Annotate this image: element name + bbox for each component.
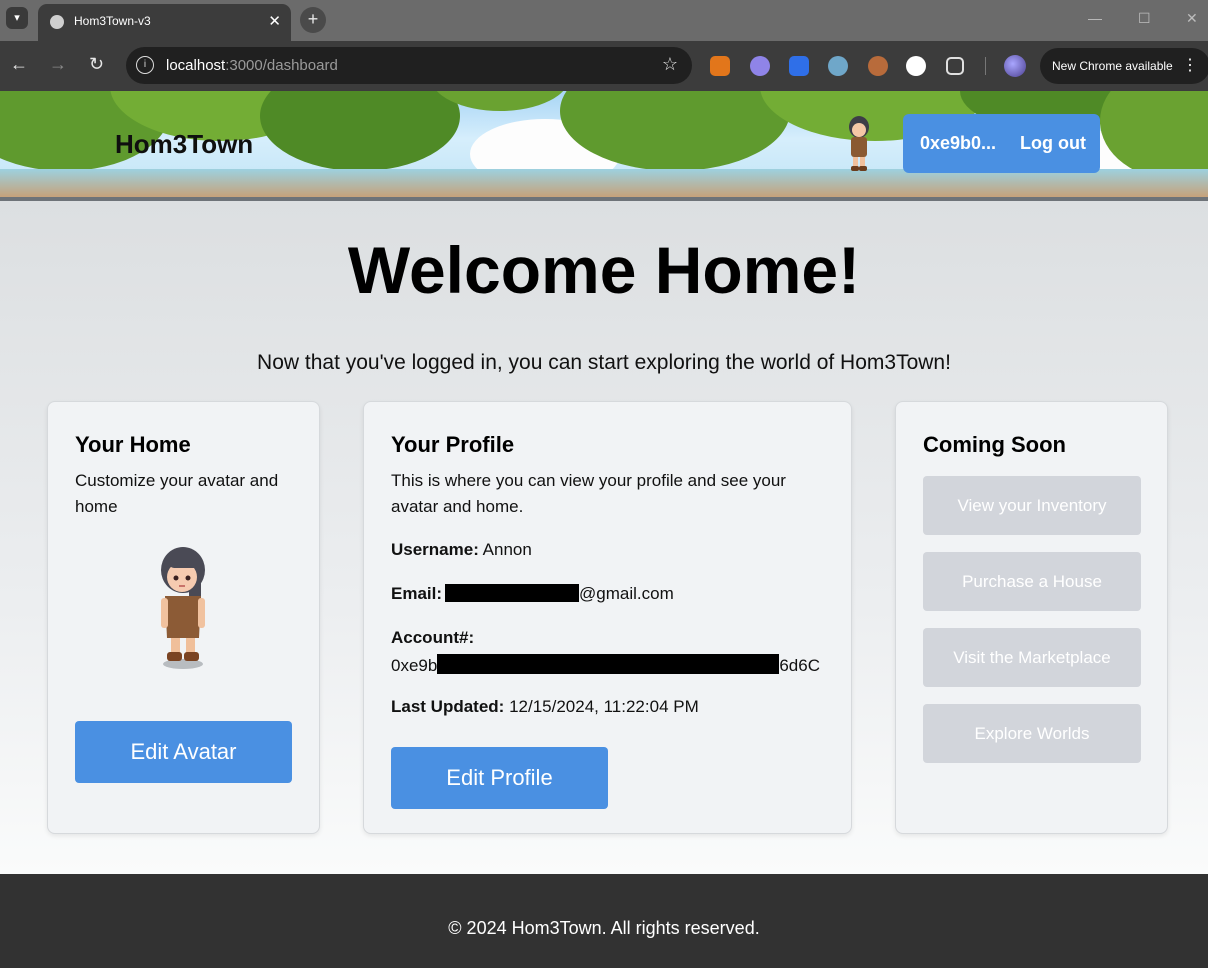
spy-extension-icon[interactable] [828,56,848,76]
logout-button[interactable]: Log out [1020,133,1086,154]
card-title: Your Home [75,432,191,457]
redaction-bar [437,654,780,674]
purchase-house-button[interactable]: Purchase a House [923,552,1141,611]
main-content: Welcome Home! Now that you've logged in,… [0,201,1208,874]
email-row: Email: @gmail.com [391,584,674,604]
username-row: Username: Annon [391,540,532,560]
wallet-address-button[interactable]: 0xe9b0... [920,133,996,154]
tab-title: Hom3Town-v3 [74,14,151,28]
coming-soon-card: Coming Soon View your Inventory Purchase… [895,401,1168,834]
site-header: Hom3Town 0xe9b0... Log out [0,91,1208,201]
your-profile-card: Your Profile This is where you can view … [363,401,852,834]
ghost-extension-icon[interactable] [750,56,770,76]
profile-avatar-icon[interactable] [1004,55,1026,77]
globe-icon [50,15,64,29]
avatar-image [161,547,205,669]
card-title: Your Profile [391,432,515,457]
tree-decoration [260,91,460,171]
username-label: Username: [391,540,479,559]
back-icon[interactable]: ← [10,54,28,75]
close-window-icon[interactable]: ✕ [1186,10,1198,27]
redaction-bar [445,584,580,602]
close-tab-icon[interactable]: ✕ [268,12,281,30]
browser-tabstrip: ▾ Hom3Town-v3 ✕ + — ☐ ✕ [0,0,1208,41]
card-description: This is where you can view your profile … [391,471,786,516]
maximize-icon[interactable]: ☐ [1138,10,1151,27]
extensions-puzzle-icon[interactable] [946,57,964,75]
account-row: 0xe9b 6d6C [391,654,820,676]
site-footer: © 2024 Hom3Town. All rights reserved. [0,874,1208,968]
view-inventory-button[interactable]: View your Inventory [923,476,1141,535]
account-label: Account#: [391,628,475,647]
visit-marketplace-button[interactable]: Visit the Marketplace [923,628,1141,687]
bookmark-star-icon[interactable]: ☆ [662,54,678,75]
page-subtitle: Now that you've logged in, you can start… [257,351,951,374]
explore-worlds-button[interactable]: Explore Worlds [923,704,1141,763]
url-text[interactable]: localhost:3000/dashboard [166,57,338,74]
email-label: Email: [391,584,443,603]
reload-icon[interactable]: ↻ [89,54,104,75]
last-updated-value: 12/15/2024, 11:22:04 PM [509,697,699,716]
page-title: Welcome Home! [347,233,861,307]
more-menu-icon[interactable]: ⋮ [1182,48,1198,84]
ground-decoration [0,169,1208,197]
x-extension-icon[interactable] [906,56,926,76]
critter-extension-icon[interactable] [868,56,888,76]
footer-copyright: © 2024 Hom3Town. All rights reserved. [448,918,760,938]
your-home-card: Your Home Customize your avatar and home… [47,401,320,834]
forward-icon[interactable]: → [49,54,67,75]
address-bar[interactable]: i localhost:3000/dashboard ☆ [126,47,692,84]
edit-profile-button[interactable]: Edit Profile [391,747,608,809]
account-prefix: 0xe9b [391,656,438,675]
chrome-update-button[interactable]: New Chrome available ⋮ [1040,48,1208,84]
last-updated-row: Last Updated: 12/15/2024, 11:22:04 PM [391,697,699,717]
tab-search-icon[interactable]: ▾ [6,7,28,29]
email-suffix: @gmail.com [579,584,674,603]
minimize-icon[interactable]: — [1088,10,1102,26]
edit-avatar-button[interactable]: Edit Avatar [75,721,292,783]
browser-tab[interactable]: Hom3Town-v3 ✕ [38,4,291,41]
card-title: Coming Soon [923,432,1066,457]
metamask-extension-icon[interactable] [710,56,730,76]
site-info-icon[interactable]: i [136,56,154,74]
toolbar-divider [985,57,986,75]
username-value: Annon [482,540,532,559]
browser-toolbar: ← → ↻ i localhost:3000/dashboard ☆ New C… [0,41,1208,91]
zoom-extension-icon[interactable] [789,56,809,76]
account-suffix: 6d6C [779,656,820,675]
site-brand[interactable]: Hom3Town [115,129,253,160]
last-updated-label: Last Updated: [391,697,505,716]
card-description: Customize your avatar and home [75,471,279,516]
account-controls: 0xe9b0... Log out [903,114,1100,173]
header-avatar[interactable] [845,115,873,173]
new-tab-icon[interactable]: + [300,7,326,33]
